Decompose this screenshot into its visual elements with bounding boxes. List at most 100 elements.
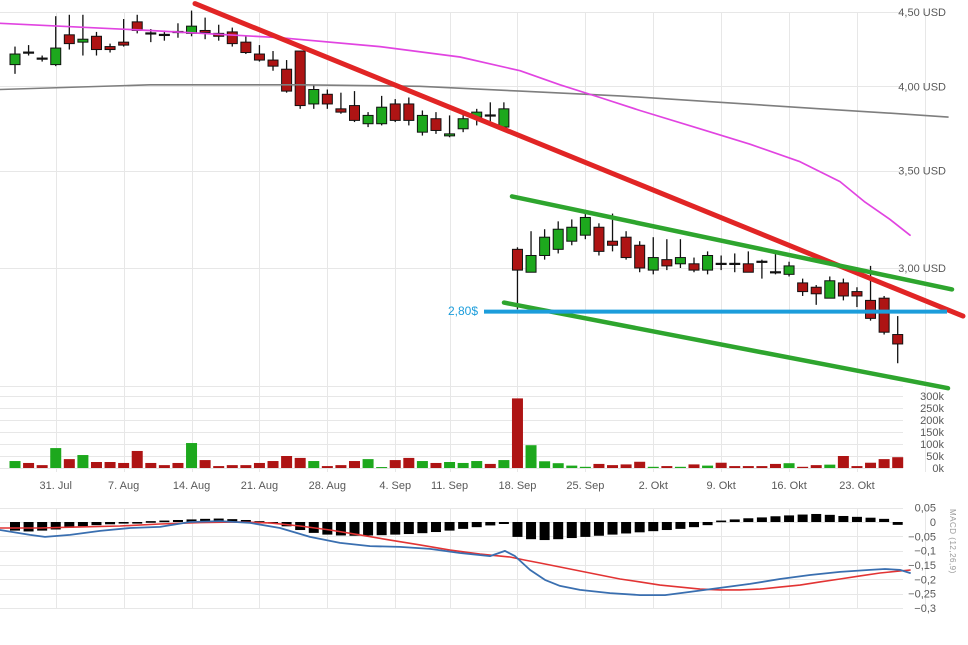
macd-histogram-bar <box>621 522 632 534</box>
volume-bar <box>335 465 347 468</box>
volume-bar <box>172 462 184 468</box>
volume-axis-label: 250k <box>920 403 944 415</box>
macd-histogram-bar <box>539 522 550 541</box>
macd-histogram-bar <box>363 522 374 536</box>
bullish-candle <box>783 265 795 275</box>
macd-axis-label: −0,2 <box>914 574 936 586</box>
macd-histogram-bar <box>335 522 346 536</box>
volume-bar <box>498 460 510 468</box>
volume-bar <box>837 456 849 468</box>
macd-histogram-bar <box>553 522 564 540</box>
date-axis-label: 31. Jul <box>40 480 72 492</box>
bearish-candle <box>688 263 700 271</box>
volume-bar <box>253 462 265 468</box>
volume-bar <box>321 466 333 468</box>
date-axis-label: 21. Aug <box>241 480 278 492</box>
macd-panel <box>0 513 911 596</box>
volume-bar <box>756 466 768 468</box>
macd-histogram-bar <box>105 522 116 525</box>
macd-histogram-bar <box>784 515 795 522</box>
bearish-candle <box>742 263 754 273</box>
volume-bar <box>865 462 877 468</box>
volume-bar <box>63 459 75 468</box>
volume-axis-label: 200k <box>920 415 944 427</box>
macd-histogram-bar <box>811 513 822 522</box>
price-axis-label: 3,00 USD <box>898 263 946 275</box>
macd-axis-label: −0,05 <box>908 531 936 543</box>
macd-histogram-bar <box>689 522 699 528</box>
volume-bar <box>281 456 293 468</box>
macd-histogram-bar <box>498 522 509 525</box>
bullish-candle <box>376 106 388 125</box>
macd-histogram-bar <box>770 516 781 522</box>
date-axis-label: 7. Aug <box>108 480 139 492</box>
ma-line-magenta <box>0 22 911 237</box>
bearish-candle <box>240 41 252 54</box>
volume-bar <box>90 462 102 468</box>
date-axis-label: 16. Okt <box>771 480 806 492</box>
volume-bar <box>783 463 795 468</box>
macd-histogram-bar <box>417 522 428 534</box>
price-axis-label: 4,00 USD <box>898 81 946 93</box>
volume-axis-label: 300k <box>920 391 944 403</box>
doji-candle <box>36 57 48 60</box>
volume-bar <box>511 398 523 468</box>
date-axis-label: 23. Okt <box>839 480 874 492</box>
date-axis-label: 18. Sep <box>498 480 536 492</box>
bearish-candle <box>851 291 863 297</box>
bearish-candle <box>294 50 306 107</box>
macd-histogram-bar <box>743 518 754 522</box>
macd-histogram-bar <box>512 522 523 537</box>
volume-bar <box>444 462 456 468</box>
bearish-candle <box>253 53 265 61</box>
volume-bar <box>36 465 48 468</box>
bearish-candle <box>90 35 102 51</box>
macd-histogram-bar <box>607 522 618 535</box>
volume-bar <box>769 463 781 468</box>
macd-histogram-bar <box>485 522 496 526</box>
bullish-candle <box>579 216 591 236</box>
volume-bar <box>797 466 809 468</box>
bearish-candle <box>199 29 211 33</box>
volume-bar <box>240 465 252 468</box>
volume-bar <box>118 462 130 468</box>
bullish-candle <box>50 47 62 66</box>
bearish-candle <box>837 282 849 297</box>
stock-chart-canvas[interactable]: 4,50 USD 4,00 USD 3,50 USD 3,00 USD 300k250k… <box>0 0 968 645</box>
volume-bar <box>810 465 822 468</box>
bullish-candle <box>457 118 469 130</box>
volume-axis-label: 150k <box>920 427 944 439</box>
doji-candle <box>756 260 768 263</box>
volume-bar <box>634 461 646 468</box>
macd-axis-label: 0,05 <box>915 503 936 515</box>
bearish-candle <box>878 297 890 333</box>
macd-histogram-bar <box>851 516 862 522</box>
date-axis-label: 14. Aug <box>173 480 210 492</box>
macd-histogram-bar <box>593 522 604 536</box>
volume-bar <box>294 457 306 468</box>
trendline-overlay <box>0 1 966 391</box>
volume-bar <box>267 461 279 468</box>
volume-bar <box>226 465 238 468</box>
volume-bar <box>892 457 904 468</box>
macd-histogram-bar <box>865 517 876 522</box>
bullish-candle <box>308 89 320 105</box>
volume-bar <box>199 460 211 468</box>
bullish-candle <box>77 38 89 43</box>
bearish-candle <box>892 334 904 345</box>
bearish-candle <box>349 105 360 121</box>
volume-bar <box>647 466 659 468</box>
bullish-candle <box>566 226 578 242</box>
volume-bar <box>661 466 673 468</box>
volume-bar <box>362 459 374 468</box>
bullish-candle <box>674 257 686 265</box>
bearish-candle <box>403 103 415 121</box>
bearish-candle <box>118 41 130 46</box>
macd-histogram-bar <box>756 517 767 522</box>
bullish-candle <box>539 236 551 256</box>
macd-histogram-bar <box>172 519 183 522</box>
macd-histogram-bar <box>892 522 903 525</box>
volume-bar <box>403 457 415 468</box>
volume-bar <box>484 463 496 468</box>
volume-bar <box>607 465 619 468</box>
